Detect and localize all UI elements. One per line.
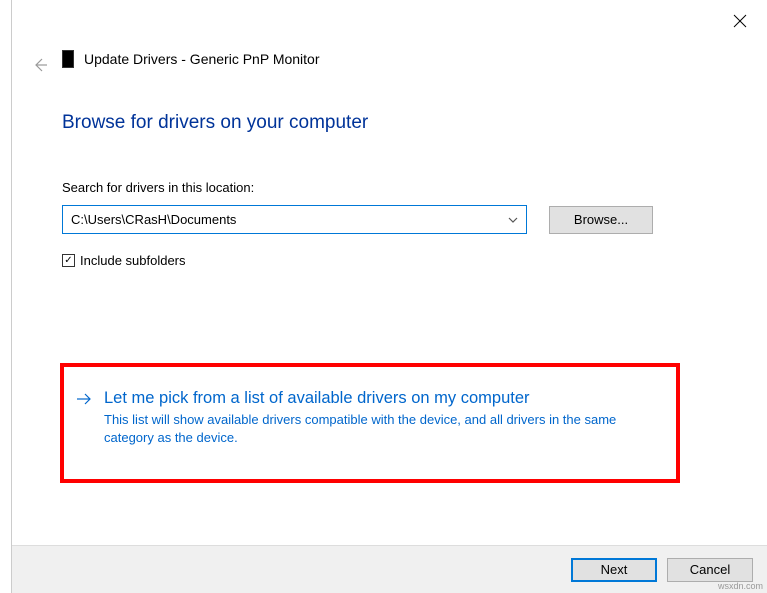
arrow-right-icon [76, 391, 92, 407]
pick-option-title: Let me pick from a list of available dri… [104, 389, 660, 408]
window-title: Update Drivers - Generic PnP Monitor [84, 51, 320, 67]
pick-content: Let me pick from a list of available dri… [104, 389, 660, 446]
include-subfolders-row[interactable]: ✓ Include subfolders [62, 253, 186, 268]
next-button[interactable]: Next [571, 558, 657, 582]
browse-button[interactable]: Browse... [549, 206, 653, 234]
path-combobox[interactable] [62, 205, 527, 234]
include-subfolders-label: Include subfolders [80, 253, 186, 268]
page-heading: Browse for drivers on your computer [62, 112, 368, 134]
path-row: Browse... [62, 205, 653, 234]
include-subfolders-checkbox[interactable]: ✓ [62, 254, 75, 267]
watermark: wsxdn.com [718, 581, 763, 591]
arrow-left-icon [32, 57, 48, 73]
pick-option-description: This list will show available drivers co… [104, 411, 660, 446]
close-icon [733, 14, 747, 28]
search-label: Search for drivers in this location: [62, 180, 254, 195]
title-row: Update Drivers - Generic PnP Monitor [62, 50, 320, 68]
cancel-button[interactable]: Cancel [667, 558, 753, 582]
back-button[interactable] [32, 57, 50, 75]
wizard-window: Update Drivers - Generic PnP Monitor Bro… [11, 0, 767, 593]
highlight-annotation: Let me pick from a list of available dri… [60, 363, 680, 483]
footer: Next Cancel [12, 545, 767, 593]
close-button[interactable] [733, 14, 749, 30]
monitor-icon [62, 50, 74, 68]
path-input[interactable] [71, 206, 504, 233]
checkmark-icon: ✓ [64, 256, 72, 266]
pick-from-list-option[interactable]: Let me pick from a list of available dri… [76, 389, 660, 446]
chevron-down-icon[interactable] [508, 213, 520, 225]
